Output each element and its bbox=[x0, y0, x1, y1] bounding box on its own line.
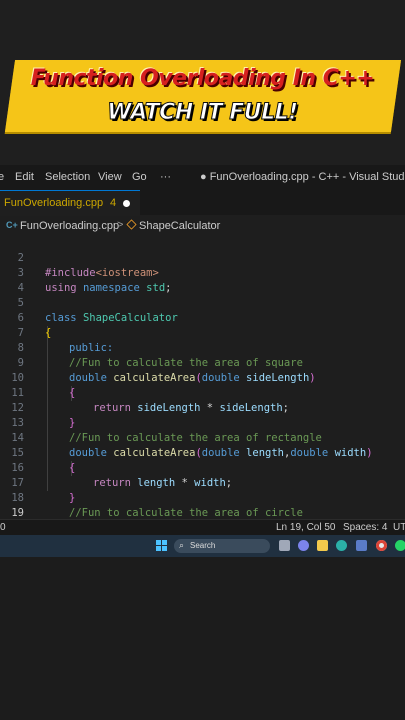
search-icon: ⌕ bbox=[179, 540, 185, 550]
code-line: 2 #include<iostream> bbox=[0, 236, 405, 279]
status-bar: 0 Ln 19, Col 50 Spaces: 4 UT bbox=[0, 519, 405, 536]
menu-view[interactable]: View bbox=[98, 171, 122, 183]
menu-selection[interactable]: Selection bbox=[45, 171, 90, 183]
breadcrumb: C+ FunOverloading.cpp > ShapeCalculator bbox=[0, 216, 405, 236]
status-cursor-position[interactable]: Ln 19, Col 50 bbox=[276, 522, 336, 533]
code-line-active: 19 double calculateArea(double radius,ch… bbox=[0, 491, 405, 535]
code-line: 3 using namespace std; bbox=[0, 251, 405, 294]
problem-count-badge: 4 bbox=[110, 197, 117, 209]
breadcrumb-separator: > bbox=[117, 219, 124, 231]
code-line: 10 { bbox=[0, 356, 405, 399]
banner-title: Function Overloading In C++ bbox=[30, 66, 375, 91]
unsaved-dot-icon[interactable] bbox=[123, 200, 130, 207]
code-line: 14 double calculateArea(double length,do… bbox=[0, 416, 405, 459]
code-line: 12 } bbox=[0, 386, 405, 429]
tab-funoverloading[interactable]: FunOverloading.cpp 4 bbox=[0, 190, 140, 216]
menu-bar: e Edit Selection View Go ··· ● FunOverlo… bbox=[0, 165, 405, 190]
edge-icon[interactable] bbox=[336, 540, 347, 551]
menu-edit[interactable]: Edit bbox=[15, 171, 34, 183]
code-line: 17 } bbox=[0, 461, 405, 504]
status-problems[interactable]: 0 bbox=[0, 522, 6, 533]
taskbar-search[interactable]: ⌕ Search bbox=[174, 539, 270, 553]
tab-label: FunOverloading.cpp bbox=[4, 197, 104, 209]
chat-icon[interactable] bbox=[298, 540, 309, 551]
start-icon[interactable] bbox=[156, 540, 168, 552]
code-line: 18 //Fun to calculate the area of circle bbox=[0, 476, 405, 519]
vscode-window: e Edit Selection View Go ··· ● FunOverlo… bbox=[0, 165, 405, 549]
code-line: 16 return length * width; bbox=[0, 446, 405, 489]
breadcrumb-symbol[interactable]: ShapeCalculator bbox=[139, 220, 220, 232]
class-symbol-icon bbox=[126, 219, 137, 230]
chrome-icon[interactable] bbox=[376, 540, 387, 551]
cpp-file-icon: C+ bbox=[6, 220, 18, 230]
code-line: 6 { bbox=[0, 296, 405, 339]
task-view-icon[interactable] bbox=[279, 540, 290, 551]
code-line: 8 //Fun to calculate the area of square bbox=[0, 326, 405, 369]
code-line: 7 public: bbox=[0, 311, 405, 354]
status-indentation[interactable]: Spaces: 4 bbox=[343, 522, 387, 533]
whatsapp-icon[interactable] bbox=[395, 540, 405, 551]
menu-go[interactable]: Go bbox=[132, 171, 147, 183]
code-line: 15 { bbox=[0, 431, 405, 474]
video-top-area: Function Overloading In C++ WATCH IT FUL… bbox=[0, 0, 405, 165]
window-title: ● FunOverloading.cpp - C++ - Visual Stud… bbox=[200, 171, 405, 183]
store-icon[interactable] bbox=[356, 540, 367, 551]
tab-bar: FunOverloading.cpp 4 bbox=[0, 190, 405, 216]
file-explorer-icon[interactable] bbox=[317, 540, 328, 551]
menu-more[interactable]: ··· bbox=[160, 171, 171, 183]
windows-taskbar: ⌕ Search bbox=[0, 535, 405, 557]
code-editor[interactable]: 2 #include<iostream> 3 using namespace s… bbox=[0, 236, 405, 549]
banner-subtitle: WATCH IT FULL! bbox=[107, 100, 299, 126]
code-line: 4 bbox=[0, 266, 405, 294]
code-line: 11 return sideLength * sideLength; bbox=[0, 371, 405, 414]
menu-file[interactable]: e bbox=[0, 171, 4, 183]
code-line: 13 //Fun to calculate the area of rectan… bbox=[0, 401, 405, 444]
search-label: Search bbox=[190, 541, 216, 550]
code-line: 9 double calculateArea(double sideLength… bbox=[0, 341, 405, 384]
code-line: 5 class ShapeCalculator bbox=[0, 281, 405, 324]
breadcrumb-file[interactable]: FunOverloading.cpp bbox=[20, 220, 119, 232]
video-bottom-area bbox=[0, 557, 405, 720]
status-encoding[interactable]: UT bbox=[393, 522, 405, 533]
